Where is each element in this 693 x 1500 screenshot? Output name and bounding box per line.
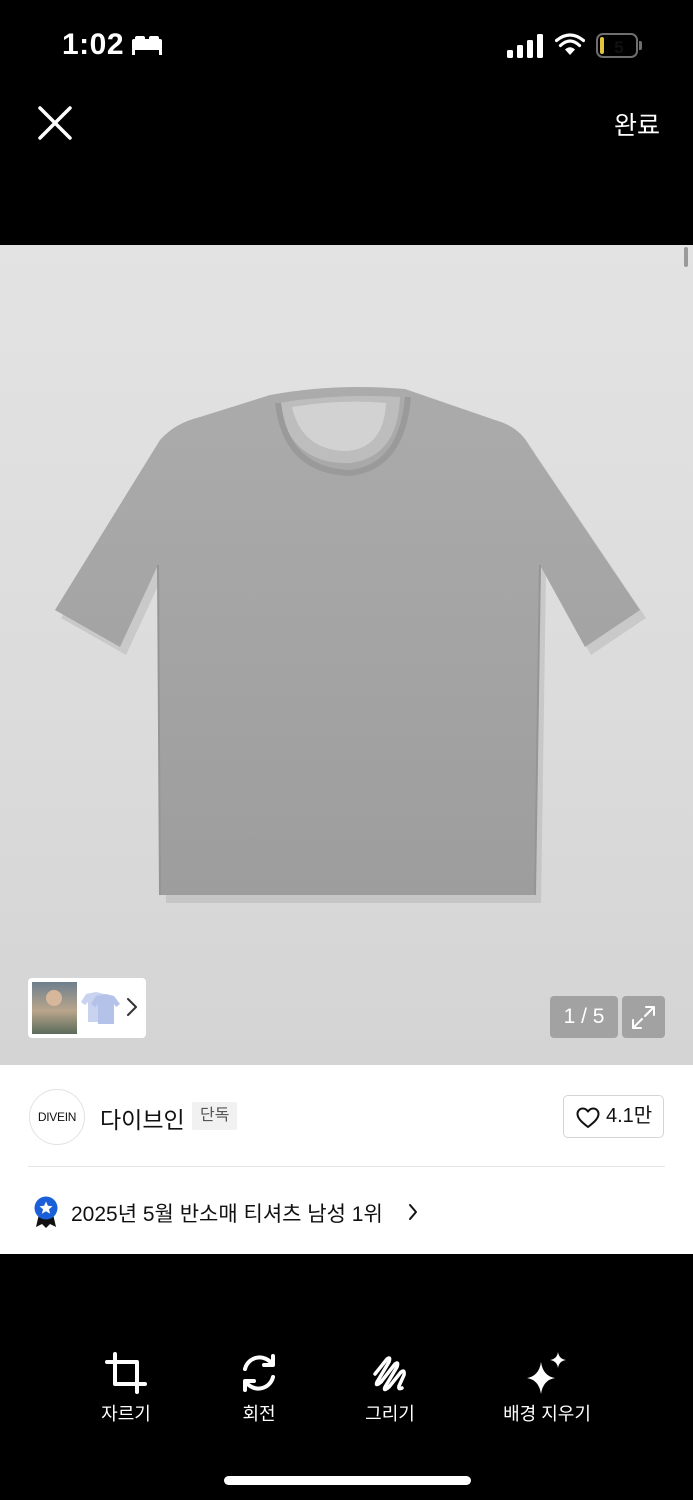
chevron-right-icon: [409, 1204, 417, 1220]
battery-level-text: 5: [614, 38, 624, 57]
ranking-badge-icon: [34, 1196, 58, 1228]
product-image[interactable]: 1 / 5: [0, 245, 693, 1065]
crop-label: 자르기: [101, 1404, 151, 1424]
remove-background-button[interactable]: 배경 지우기: [496, 1352, 598, 1426]
ranking-row[interactable]: 2025년 5월 반소매 티셔츠 남성 1위: [0, 1167, 693, 1254]
chevron-right-icon: [127, 998, 137, 1016]
rotate-icon: [243, 1354, 275, 1392]
status-bar: 1:02 5: [0, 0, 693, 90]
crop-button[interactable]: 자르기: [96, 1352, 156, 1426]
brand-logo[interactable]: DIVEIN: [29, 1089, 85, 1145]
thumbnail-strip[interactable]: [28, 978, 146, 1038]
crop-icon: [105, 1352, 147, 1394]
expand-icon: [632, 1006, 655, 1029]
brand-row: DIVEIN 다이브인 단독 4.1만: [0, 1065, 693, 1167]
exclusive-badge: 단독: [192, 1102, 238, 1130]
rotate-button[interactable]: 회전: [229, 1352, 289, 1426]
brand-name[interactable]: 다이브인: [100, 1101, 185, 1135]
like-count: 4.1만: [606, 1105, 653, 1127]
rotate-label: 회전: [242, 1404, 276, 1424]
close-icon[interactable]: [36, 104, 74, 142]
draw-icon: [373, 1356, 406, 1392]
tshirt-image: [55, 387, 646, 903]
wifi-icon: [555, 33, 585, 55]
ranking-text: 2025년 5월 반소매 티셔츠 남성 1위: [71, 1203, 383, 1226]
draw-label: 그리기: [365, 1404, 415, 1424]
draw-button[interactable]: 그리기: [359, 1352, 421, 1426]
thumbnail-photo: [32, 982, 77, 1034]
expand-button[interactable]: [622, 996, 665, 1038]
like-button[interactable]: 4.1만: [563, 1095, 664, 1138]
screenshot-preview[interactable]: 1 / 5 DIVEIN 다이브인 단독 4.1만 2025년 5월 반소매 티…: [0, 245, 693, 1254]
cellular-signal-icon: [507, 34, 543, 58]
done-button[interactable]: 완료: [614, 106, 660, 142]
battery-icon: 5: [596, 33, 642, 58]
remove-background-label: 배경 지우기: [503, 1404, 591, 1424]
status-time: 1:02: [62, 28, 125, 61]
home-indicator[interactable]: [224, 1476, 471, 1485]
scroll-indicator: [684, 247, 688, 267]
image-page-counter: 1 / 5: [550, 996, 618, 1038]
sleep-focus-icon: [132, 36, 162, 55]
thumbnail-shirts: [81, 992, 120, 1024]
heart-icon: [576, 1107, 600, 1128]
sparkles-icon: [527, 1352, 566, 1394]
